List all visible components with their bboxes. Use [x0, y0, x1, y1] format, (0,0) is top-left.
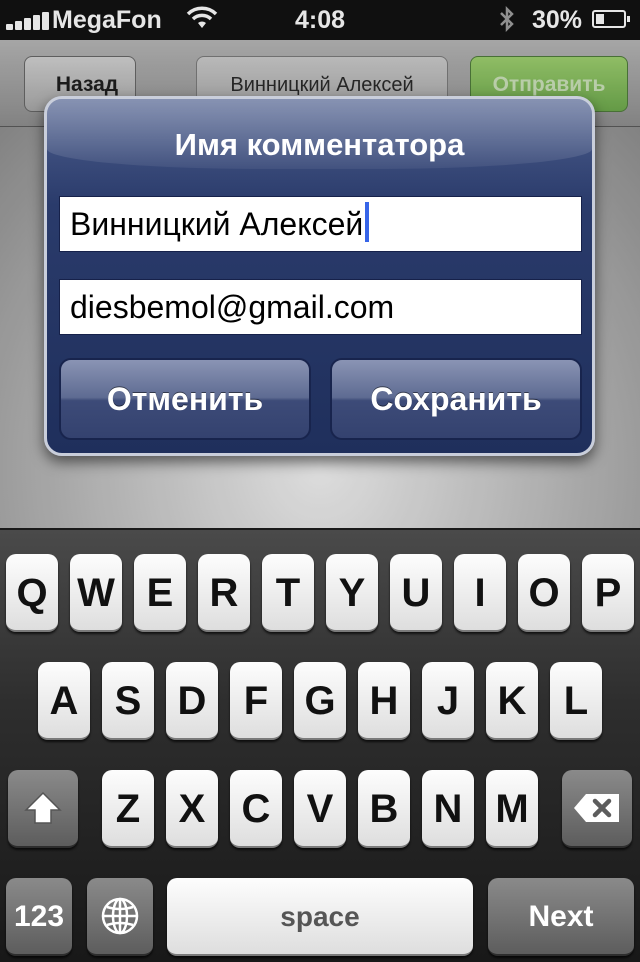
key-w[interactable]: W	[70, 554, 122, 632]
globe-icon	[101, 897, 139, 935]
key-j[interactable]: J	[422, 662, 474, 740]
shift-icon	[24, 791, 62, 824]
key-k[interactable]: K	[486, 662, 538, 740]
key-m[interactable]: M	[486, 770, 538, 848]
email-input[interactable]: diesbemol@gmail.com	[59, 279, 582, 335]
key-d[interactable]: D	[166, 662, 218, 740]
delete-key[interactable]	[562, 770, 632, 848]
key-p[interactable]: P	[582, 554, 634, 632]
numbers-key[interactable]: 123	[6, 878, 72, 956]
key-e[interactable]: E	[134, 554, 186, 632]
key-y[interactable]: Y	[326, 554, 378, 632]
key-g[interactable]: G	[294, 662, 346, 740]
key-o[interactable]: O	[518, 554, 570, 632]
key-t[interactable]: T	[262, 554, 314, 632]
status-bar: MegaFon 4:08 30%	[0, 0, 640, 40]
cancel-button[interactable]: Отменить	[59, 358, 311, 440]
text-cursor	[365, 202, 370, 242]
key-q[interactable]: Q	[6, 554, 58, 632]
dialog-title: Имя комментатора	[174, 127, 465, 162]
key-v[interactable]: V	[294, 770, 346, 848]
bluetooth-icon	[500, 5, 514, 33]
key-c[interactable]: C	[230, 770, 282, 848]
key-i[interactable]: I	[454, 554, 506, 632]
key-n[interactable]: N	[422, 770, 474, 848]
email-input-value: diesbemol@gmail.com	[70, 289, 395, 325]
name-input[interactable]: Винницкий Алексей	[59, 196, 582, 252]
name-input-value: Винницкий Алексей	[70, 206, 364, 242]
key-f[interactable]: F	[230, 662, 282, 740]
key-h[interactable]: H	[358, 662, 410, 740]
key-z[interactable]: Z	[102, 770, 154, 848]
space-key[interactable]: space	[167, 878, 473, 956]
globe-key[interactable]	[87, 878, 153, 956]
key-a[interactable]: A	[38, 662, 90, 740]
delete-icon	[574, 794, 619, 822]
key-b[interactable]: B	[358, 770, 410, 848]
next-key[interactable]: Next	[488, 878, 634, 956]
key-x[interactable]: X	[166, 770, 218, 848]
key-l[interactable]: L	[550, 662, 602, 740]
shift-key[interactable]	[8, 770, 78, 848]
key-s[interactable]: S	[102, 662, 154, 740]
key-r[interactable]: R	[198, 554, 250, 632]
commenter-name-dialog: Имя комментатора Винницкий Алексей diesb…	[44, 96, 595, 456]
save-button[interactable]: Сохранить	[330, 358, 582, 440]
keyboard: QWERTYUIOP ASDFGHJKL ZXCVBNM 123 space N…	[0, 528, 640, 962]
battery-percent: 30%	[532, 6, 583, 34]
battery-icon	[592, 10, 630, 28]
battery-level	[596, 14, 604, 24]
key-u[interactable]: U	[390, 554, 442, 632]
